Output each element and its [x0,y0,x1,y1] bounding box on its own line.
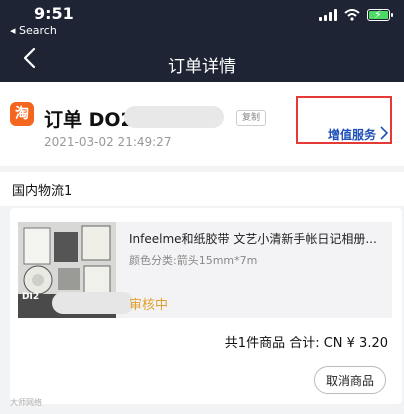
taobao-logo-icon: 淘 [10,102,34,126]
product-title: Infeelme和纸胶带 文艺小清新手帐日记相册... [129,232,377,246]
copy-order-button[interactable]: 复制 [236,110,266,126]
review-status: 审核中 [129,298,169,313]
watermark: 大师网络 [10,398,42,407]
order-total: 共1件商品 合计: CN ¥ 3.20 [224,336,388,351]
order-item[interactable]: DI2 Infeelme和纸胶带 文艺小清新手帐日记相册... 颜色分类:箭头1… [18,222,392,318]
back-to-search-link[interactable]: ◂ Search [10,24,57,37]
top-bar: 9:51 ◂ Search ⚡ 订单详情 [0,0,404,82]
order-number-redacted [124,106,224,128]
value-added-service-label: 增值服务 [328,128,377,142]
signal-icon [319,9,337,21]
value-added-service-button[interactable]: 增值服务 [296,96,392,144]
order-date: 2021-03-02 21:49:27 [44,135,172,149]
cancel-item-button[interactable]: 取消商品 [314,366,386,394]
page-title: 订单详情 [168,57,236,77]
chevron-right-icon [380,126,388,140]
thumbnail-redacted [52,292,134,314]
product-card: DI2 Infeelme和纸胶带 文艺小清新手帐日记相册... 颜色分类:箭头1… [10,208,402,404]
product-spec: 颜色分类:箭头15mm*7m [129,254,258,267]
status-time: 9:51 [34,4,74,23]
wifi-icon [344,9,360,21]
logistics-label: 国内物流1 [12,184,73,199]
order-header-card: 淘 订单 DO2 复制 2021-03-02 21:49:27 增值服务 [0,82,404,166]
battery-icon: ⚡ [367,8,393,21]
thumbnail-code: DI2 [22,292,40,302]
logistics-section: 国内物流1 [0,172,404,206]
status-icons: ⚡ [319,8,393,21]
order-number: 订单 DO2 [44,109,134,131]
